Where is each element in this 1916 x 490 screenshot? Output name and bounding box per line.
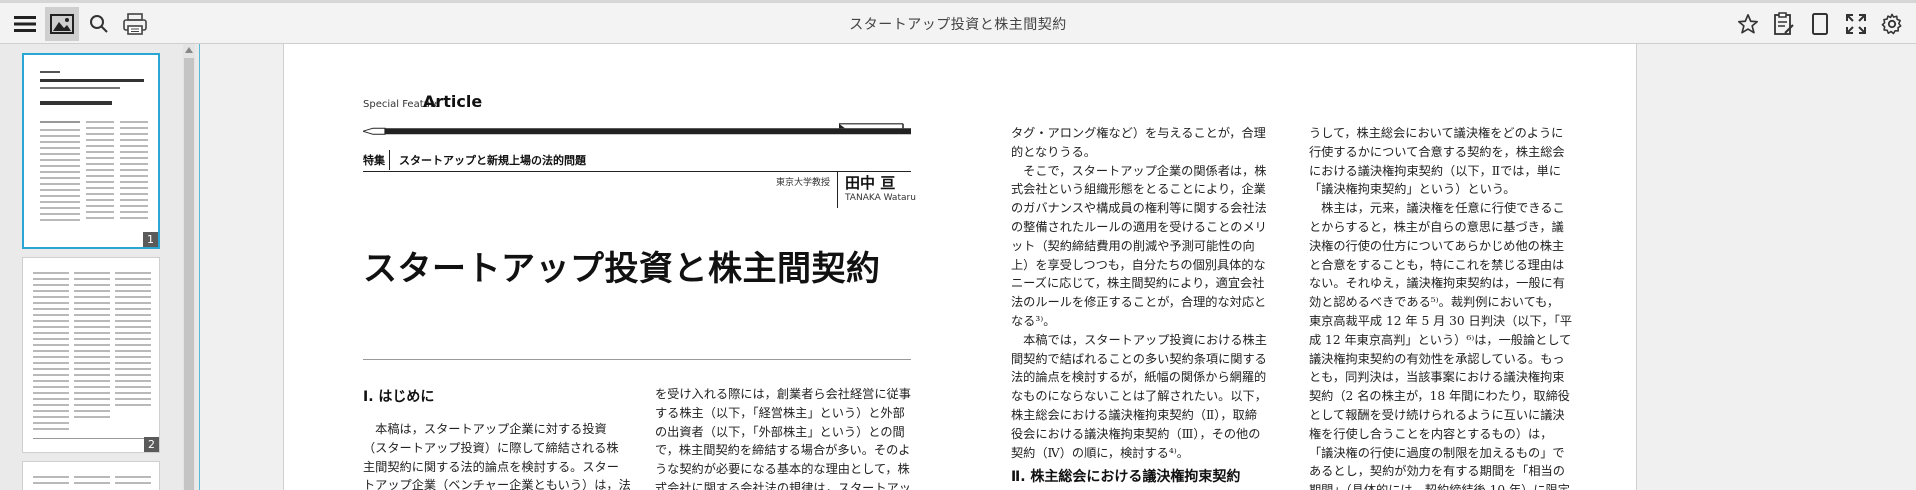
author-divider (837, 172, 838, 208)
annotate-button[interactable] (1767, 7, 1801, 41)
article-label: Article (423, 92, 483, 111)
author-name: 田中 亘 (845, 174, 896, 192)
star-icon (1738, 14, 1758, 34)
article-title: スタートアップ投資と株主間契約 (363, 249, 881, 289)
page-thumbnail-3[interactable] (22, 461, 160, 490)
single-page-icon (1812, 13, 1828, 35)
thumbnail-page-number: 2 (144, 437, 159, 452)
scrollbar-thumb[interactable] (184, 58, 194, 490)
thumbnail-sidebar: 1 2 (0, 44, 200, 490)
author-name-roman: TANAKA Wataru (845, 193, 916, 203)
sidebar-scrollbar[interactable] (183, 44, 195, 490)
document-page: Special Feature Article 特集 スタートアップと新規上場の… (283, 44, 1637, 490)
thumbnail-list: 1 2 (0, 44, 180, 490)
body-column-2: を受け入れる際には，創業者ら会社経営に従事 する株主（以下，「経営株主」という）… (655, 387, 911, 490)
feature-header: 特集 スタートアップと新規上場の法的問題 (363, 150, 911, 172)
clipboard-edit-icon (1774, 12, 1794, 35)
top-toolbar: スタートアップ投資と株主間契約 (0, 0, 1916, 44)
pen-rule-graphic (363, 123, 911, 135)
body-column-1: 本稿は，スタートアップ企業に対する投資 （スタートアップ投資）に際して締結される… (363, 422, 631, 490)
page-thumbnail-2[interactable]: 2 (22, 257, 160, 453)
settings-button[interactable] (1875, 7, 1909, 41)
feature-divider (389, 150, 390, 170)
author-affiliation: 東京大学教授 (776, 178, 831, 188)
section-heading: Ⅱ. 株主総会における議決権拘束契約 (1011, 469, 1241, 485)
page-mode-button[interactable] (1803, 7, 1837, 41)
section-heading: Ⅰ. はじめに (363, 389, 435, 405)
body-column-4: うして，株主総会において議決権をどのように 行使するかについて合意する契約を，株… (1309, 126, 1573, 490)
scroll-up-arrow[interactable] (185, 47, 193, 53)
document-viewer[interactable]: Special Feature Article 特集 スタートアップと新規上場の… (201, 44, 1916, 490)
body-column-3: タグ・アロング権など）を与えることが，合理 的となりうる。 そこで，スタートアッ… (1011, 126, 1267, 460)
feature-title: スタートアップと新規上場の法的問題 (399, 154, 586, 167)
document-title: スタートアップ投資と株主間契約 (849, 17, 1067, 33)
title-rule (363, 359, 911, 360)
page-thumbnail-1[interactable]: 1 (22, 53, 160, 249)
fullscreen-button[interactable] (1839, 7, 1873, 41)
thumbnail-page-number: 1 (143, 232, 158, 247)
bookmark-button[interactable] (1731, 7, 1765, 41)
fullscreen-icon (1846, 14, 1866, 34)
gear-icon (1881, 13, 1902, 35)
feature-tag: 特集 (363, 154, 385, 167)
